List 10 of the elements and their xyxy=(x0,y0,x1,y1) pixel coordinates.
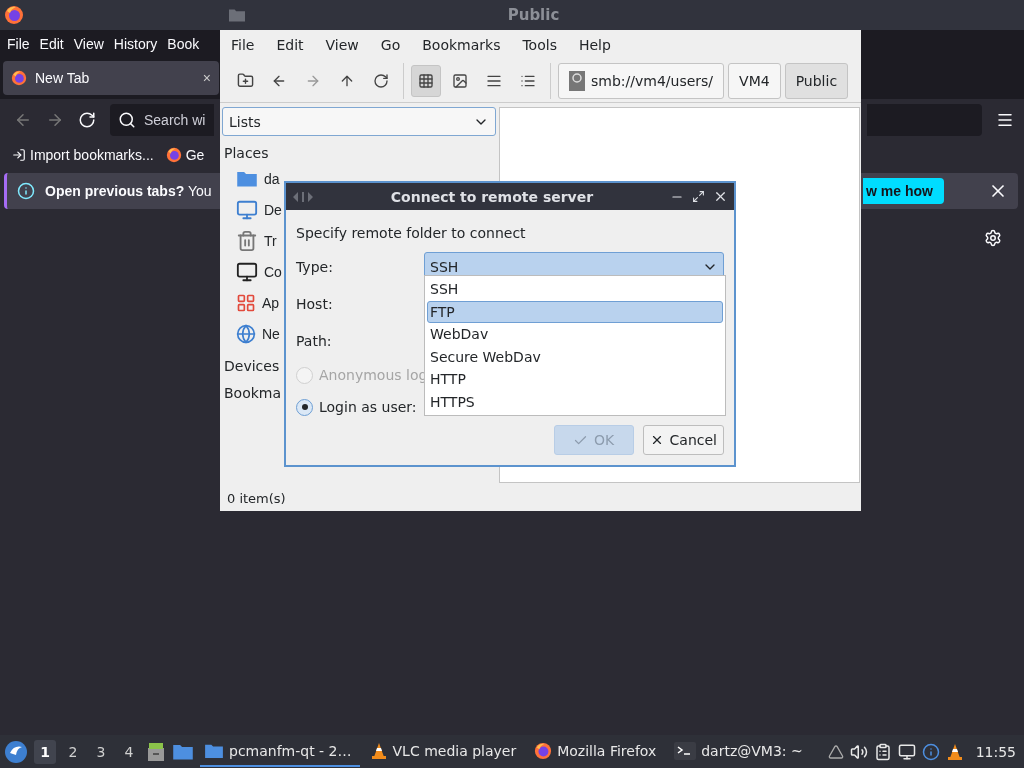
dialog-prompt: Specify remote folder to connect xyxy=(296,225,526,241)
window-title: Public xyxy=(506,6,561,24)
field-label: Type: xyxy=(296,258,334,275)
dialog-title: Connect to remote server xyxy=(389,188,595,205)
field-label: Path: xyxy=(296,332,333,349)
notification-text: Open previous tabs? You xyxy=(45,183,212,199)
status-text: 0 item(s) xyxy=(226,489,287,508)
clock: 11:55 xyxy=(975,743,1016,760)
tab-title: New Tab xyxy=(35,70,91,86)
field-label: Host: xyxy=(296,295,334,312)
